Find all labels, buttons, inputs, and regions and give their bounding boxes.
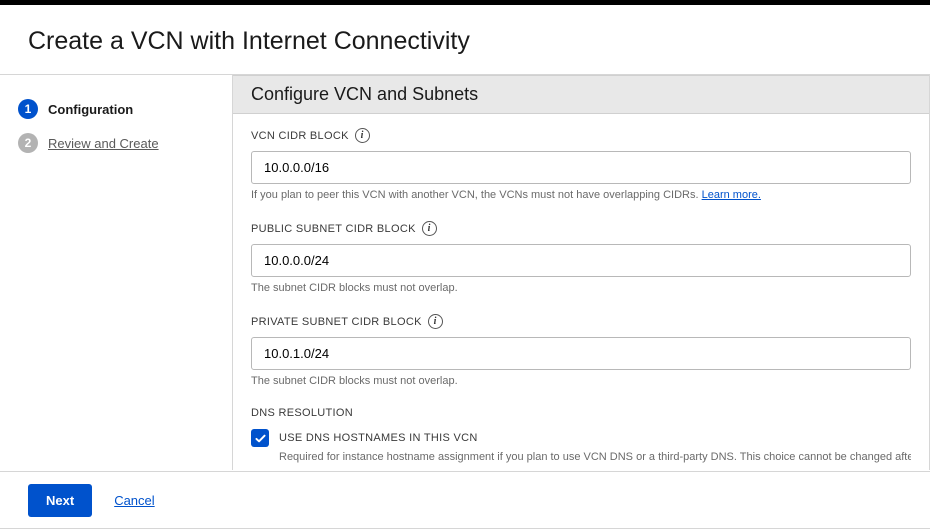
info-icon[interactable]: i	[422, 221, 437, 236]
dns-section-label: DNS RESOLUTION	[251, 407, 911, 419]
learn-more-link[interactable]: Learn more.	[702, 189, 761, 201]
form-body: VCN CIDR BLOCK i If you plan to peer thi…	[233, 114, 929, 463]
public-subnet-help: The subnet CIDR blocks must not overlap.	[251, 282, 911, 294]
content-area: 1 Configuration 2 Review and Create Conf…	[0, 74, 930, 470]
step-label-review: Review and Create	[48, 136, 159, 151]
info-icon[interactable]: i	[428, 314, 443, 329]
vcn-cidr-input[interactable]	[251, 151, 911, 184]
private-subnet-input[interactable]	[251, 337, 911, 370]
field-dns: DNS RESOLUTION USE DNS HOSTNAMES IN THIS…	[251, 407, 911, 463]
dns-checkbox-help: Required for instance hostname assignmen…	[279, 451, 911, 463]
info-icon[interactable]: i	[355, 128, 370, 143]
step-number-1: 1	[18, 99, 38, 119]
field-public-subnet: PUBLIC SUBNET CIDR BLOCK i The subnet CI…	[251, 221, 911, 294]
public-subnet-input[interactable]	[251, 244, 911, 277]
vcn-cidr-label-row: VCN CIDR BLOCK i	[251, 128, 911, 143]
private-subnet-label-row: PRIVATE SUBNET CIDR BLOCK i	[251, 314, 911, 329]
public-subnet-label: PUBLIC SUBNET CIDR BLOCK	[251, 223, 416, 235]
checkmark-icon	[254, 432, 267, 445]
sidebar: 1 Configuration 2 Review and Create	[0, 75, 232, 470]
private-subnet-label: PRIVATE SUBNET CIDR BLOCK	[251, 316, 422, 328]
dns-checkbox-label: USE DNS HOSTNAMES IN THIS VCN	[279, 432, 478, 444]
vcn-cidr-help-text: If you plan to peer this VCN with anothe…	[251, 189, 699, 201]
step-configuration[interactable]: 1 Configuration	[18, 99, 214, 119]
field-vcn-cidr: VCN CIDR BLOCK i If you plan to peer thi…	[251, 128, 911, 201]
step-label-configuration: Configuration	[48, 102, 133, 117]
step-review-create[interactable]: 2 Review and Create	[18, 133, 214, 153]
page-title: Create a VCN with Internet Connectivity	[0, 5, 930, 74]
dns-checkbox[interactable]	[251, 429, 269, 447]
button-bar: Next Cancel	[0, 471, 930, 529]
cancel-link[interactable]: Cancel	[114, 493, 154, 508]
next-button[interactable]: Next	[28, 484, 92, 517]
vcn-cidr-label: VCN CIDR BLOCK	[251, 130, 349, 142]
dns-checkbox-row: USE DNS HOSTNAMES IN THIS VCN	[251, 429, 911, 447]
vcn-cidr-help: If you plan to peer this VCN with anothe…	[251, 189, 911, 201]
main-form: Configure VCN and Subnets VCN CIDR BLOCK…	[232, 75, 930, 470]
field-private-subnet: PRIVATE SUBNET CIDR BLOCK i The subnet C…	[251, 314, 911, 387]
private-subnet-help: The subnet CIDR blocks must not overlap.	[251, 375, 911, 387]
section-header: Configure VCN and Subnets	[233, 75, 929, 114]
public-subnet-label-row: PUBLIC SUBNET CIDR BLOCK i	[251, 221, 911, 236]
step-number-2: 2	[18, 133, 38, 153]
